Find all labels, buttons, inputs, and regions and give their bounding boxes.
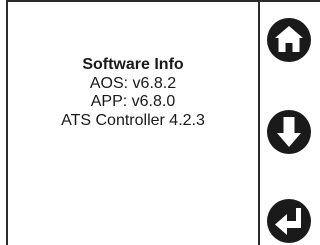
enter-return-icon <box>267 199 311 243</box>
screen-top-border <box>6 0 320 2</box>
display-screen: Software Info AOS: v6.8.2 APP: v6.8.0 AT… <box>0 0 320 245</box>
software-info-panel: Software Info AOS: v6.8.2 APP: v6.8.0 AT… <box>8 56 258 130</box>
ats-controller-version: ATS Controller 4.2.3 <box>61 111 205 129</box>
aos-version: AOS: v6.8.2 <box>89 74 177 92</box>
arrow-down-icon <box>267 110 311 154</box>
scroll-down-button[interactable] <box>266 109 312 155</box>
software-info-title: Software Info <box>82 56 184 73</box>
enter-button[interactable] <box>266 198 312 244</box>
home-button[interactable] <box>266 17 312 63</box>
home-icon <box>267 18 311 62</box>
softkey-divider <box>258 0 260 245</box>
app-version: APP: v6.8.0 <box>90 93 176 110</box>
